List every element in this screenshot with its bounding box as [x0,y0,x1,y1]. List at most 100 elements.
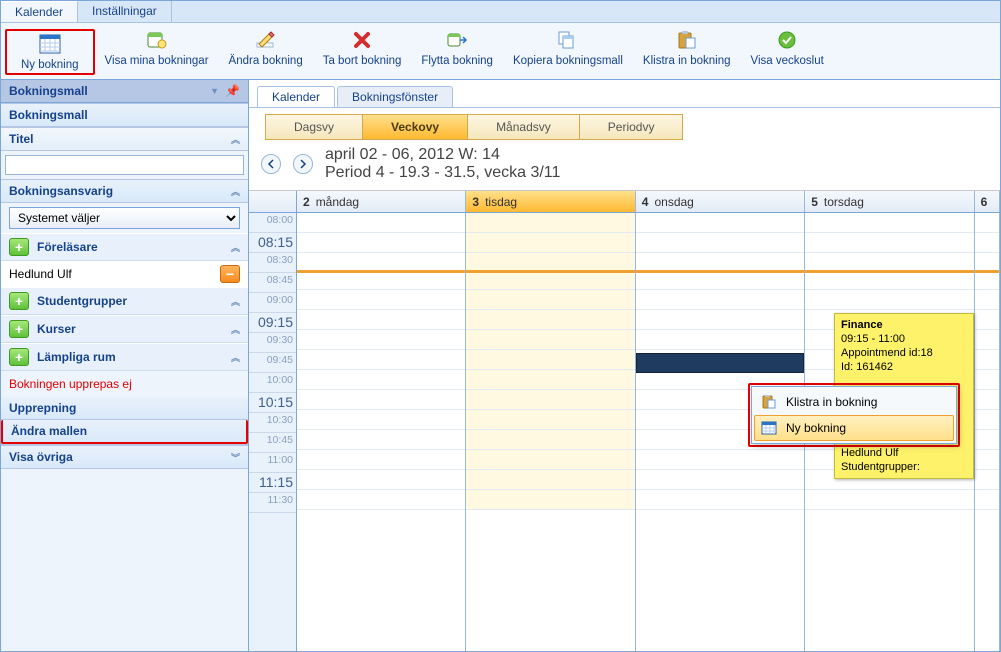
section-titel[interactable]: Titel ︽ [1,127,248,151]
calendar-grid-icon [39,33,61,55]
section-bokningsmall[interactable]: Bokningsmall [1,103,248,127]
sidebar: Bokningsmall ▼ 📌 Bokningsmall Titel ︽ Bo… [1,80,249,651]
day-col-fri[interactable] [975,213,1000,651]
prev-week-button[interactable] [261,154,281,174]
tab-installningar[interactable]: Inställningar [78,1,172,22]
paste-booking-icon [676,29,698,51]
view-manadsvy[interactable]: Månadsvy [468,115,580,139]
day-col-tue[interactable] [466,213,635,651]
time-label: 09:45 [249,353,296,373]
cm-label: Ny bokning [786,421,846,435]
sidebar-titlebar: Bokningsmall ▼ 📌 [1,80,248,103]
content-area: Kalender Bokningsfönster Dagsvy Veckovy … [249,80,1000,651]
flytta-bokning-button[interactable]: Flytta bokning [411,29,503,75]
plus-icon[interactable]: + [9,348,29,366]
cm-ny-bokning[interactable]: Ny bokning [754,415,954,441]
sidebar-item-studentgrupper[interactable]: + Studentgrupper ︽ [1,287,248,315]
plus-icon[interactable]: + [9,292,29,310]
next-week-button[interactable] [293,154,313,174]
section-visa-ovriga[interactable]: Visa övriga ︾ [1,445,248,469]
time-label: 09:15 [249,313,296,333]
date-range-label: april 02 - 06, 2012 W: 14 [325,146,560,164]
systemet-valjer-select[interactable]: Systemet väljer [9,207,240,229]
chevron-up-icon: ︽ [231,351,240,364]
view-periodvy[interactable]: Periodvy [580,115,683,139]
dropdown-icon[interactable]: ▼ [210,86,219,96]
view-dagsvy[interactable]: Dagsvy [266,115,363,139]
day-header-wed[interactable]: 4onsdag [636,191,805,212]
cm-label: Klistra in bokning [786,395,877,409]
pin-icon[interactable]: 📌 [225,84,240,98]
time-label: 10:45 [249,433,296,453]
chevron-up-icon: ︽ [231,133,240,146]
chevron-up-icon: ︽ [231,185,240,198]
sidebar-item-kurser[interactable]: + Kurser ︽ [1,315,248,343]
time-label: 08:15 [249,233,296,253]
time-label: 10:30 [249,413,296,433]
time-label: 08:00 [249,213,296,233]
chevron-down-icon: ︾ [231,451,240,464]
time-label: 08:45 [249,273,296,293]
tab-kalender[interactable]: Kalender [1,1,78,22]
tooltip-time: 09:15 - 11:00 [841,332,967,346]
delete-icon [351,29,373,51]
day-col-mon[interactable] [297,213,466,651]
checkmark-icon [776,29,798,51]
sidebar-item-label: Föreläsare [37,240,98,254]
section-andra-mallen[interactable]: Ändra mallen [1,420,248,444]
my-bookings-icon [146,29,168,51]
sidebar-item-label: Kurser [37,322,76,336]
titel-input[interactable] [5,155,244,175]
ribbon-label: Flytta bokning [421,55,493,67]
sidebar-item-forelasare[interactable]: + Föreläsare ︽ [1,233,248,261]
time-label: 10:00 [249,373,296,393]
ribbon-label: Visa mina bokningar [105,55,209,67]
tooltip-title: Finance [841,318,967,332]
top-tab-strip: Kalender Inställningar [1,1,1000,23]
minus-icon[interactable]: − [220,265,240,283]
tooltip-appt: Appointmend id:18 [841,346,967,360]
section-bokningsansvarig[interactable]: Bokningsansvarig ︽ [1,179,248,203]
time-label: 11:30 [249,493,296,513]
section-label: Titel [9,132,33,146]
time-label: 09:00 [249,293,296,313]
sidebar-item-lampliga-rum[interactable]: + Lämpliga rum ︽ [1,343,248,371]
plus-icon[interactable]: + [9,238,29,256]
day-header-thu[interactable]: 5torsdag [805,191,974,212]
chevron-up-icon: ︽ [231,241,240,254]
ribbon-label: Klistra in bokning [643,55,731,67]
selected-slot[interactable] [636,353,804,373]
tooltip-extra: Studentgrupper: [841,460,967,474]
time-label: 11:15 [249,473,296,493]
period-label: Period 4 - 19.3 - 31.5, vecka 3/11 [325,164,560,182]
sidebar-item-label: Lämpliga rum [37,350,116,364]
day-header-fri[interactable]: 6 [975,191,1000,212]
kopiera-bokningsmall-button[interactable]: Kopiera bokningsmall [503,29,633,75]
ta-bort-bokning-button[interactable]: Ta bort bokning [313,29,412,75]
visa-veckoslut-button[interactable]: Visa veckoslut [741,29,834,75]
section-label: Bokningsmall [9,108,88,122]
ribbon-label: Ta bort bokning [323,55,402,67]
andra-bokning-button[interactable]: Ändra bokning [219,29,313,75]
sidebar-title: Bokningsmall [9,84,88,98]
day-header-tue[interactable]: 3tisdag [466,191,635,212]
klistra-in-bokning-button[interactable]: Klistra in bokning [633,29,741,75]
day-header-mon[interactable]: 2måndag [297,191,466,212]
ny-bokning-button[interactable]: Ny bokning [11,33,89,71]
tooltip-id: Id: 161462 [841,360,967,374]
time-gutter: 08:00 08:15 08:30 08:45 09:00 09:15 09:3… [249,213,297,651]
section-upprepning[interactable]: Upprepning [1,397,248,420]
ribbon: Ny bokning Visa mina bokningar Ändra bok… [1,23,1000,80]
view-veckovy[interactable]: Veckovy [363,115,468,139]
paste-icon [760,393,778,411]
ribbon-label: Ändra bokning [229,55,303,67]
tab-kalender-content[interactable]: Kalender [257,86,335,107]
copy-template-icon [557,29,579,51]
tab-bokningsfonster[interactable]: Bokningsfönster [337,86,453,107]
cm-klistra-in-bokning[interactable]: Klistra in bokning [754,389,954,415]
visa-mina-bokningar-button[interactable]: Visa mina bokningar [95,29,219,75]
edit-icon [255,29,277,51]
view-toggle: Dagsvy Veckovy Månadsvy Periodvy [265,114,683,140]
time-label: 11:00 [249,453,296,473]
plus-icon[interactable]: + [9,320,29,338]
